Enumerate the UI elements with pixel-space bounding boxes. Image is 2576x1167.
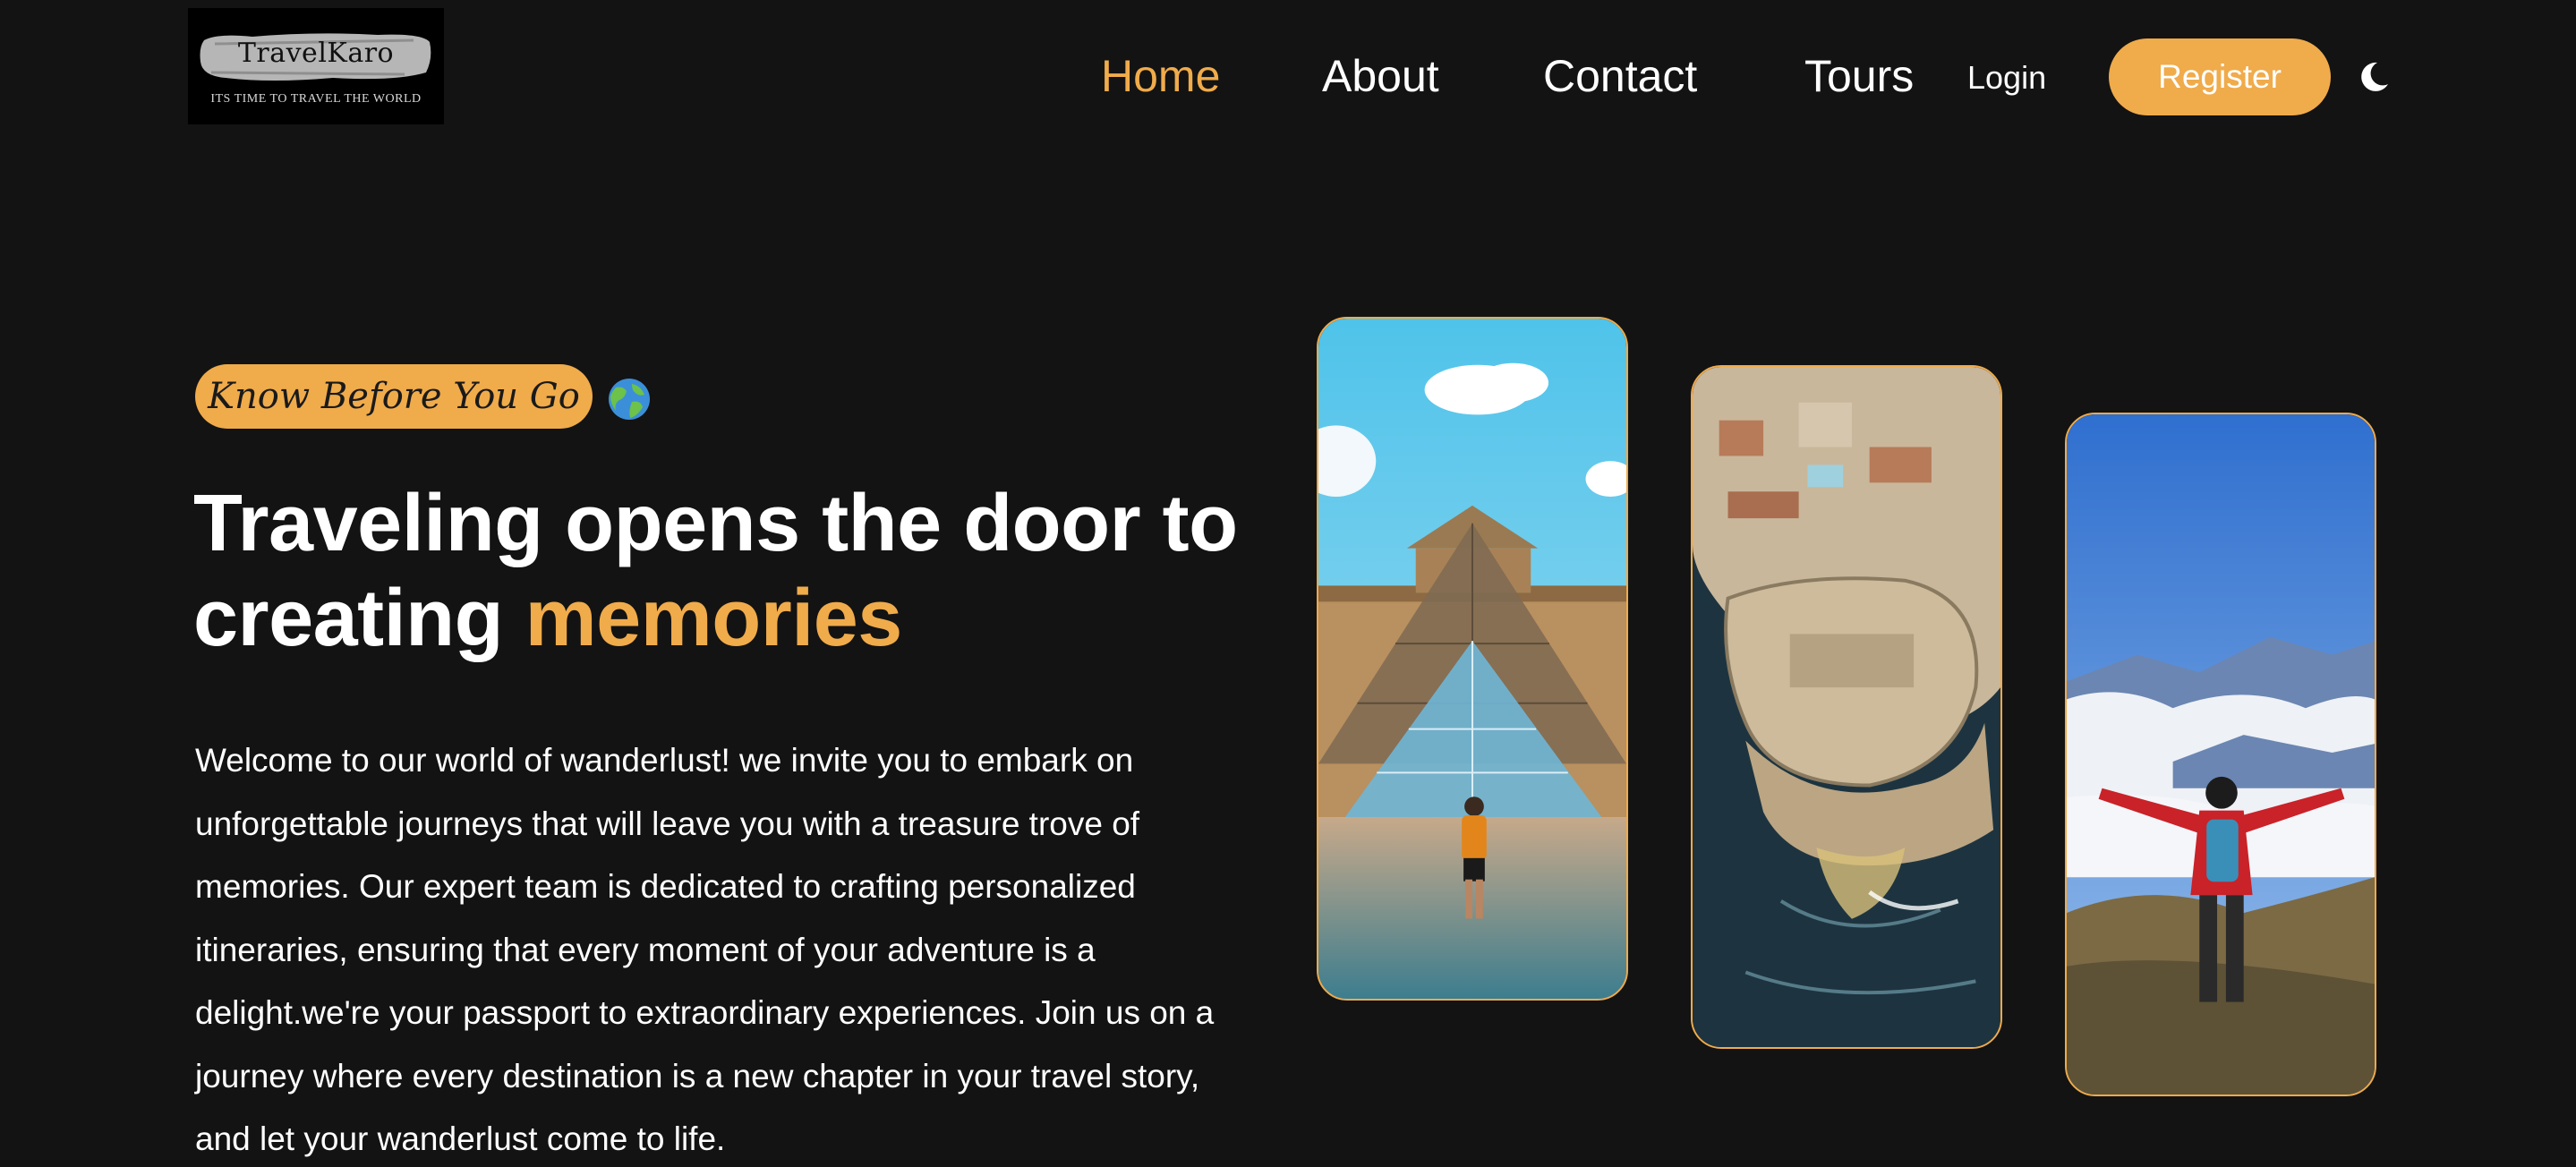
- hiker-photo: [2065, 413, 2376, 1096]
- theme-toggle-button[interactable]: [2356, 59, 2392, 95]
- headline-accent: memories: [525, 574, 903, 663]
- nav-tours[interactable]: Tours: [1804, 47, 1914, 106]
- register-button[interactable]: Register: [2109, 38, 2331, 115]
- fortress-photo: [1691, 365, 2002, 1049]
- page: TravelKaro Its time to travel the world …: [0, 0, 2576, 1167]
- hero-description: Welcome to our world of wanderlust! we i…: [195, 742, 1215, 1157]
- louvre-photo: [1317, 317, 1628, 1001]
- nav-home[interactable]: Home: [1101, 47, 1220, 106]
- login-link[interactable]: Login: [1967, 59, 2046, 97]
- logo[interactable]: TravelKaro Its time to travel the world: [188, 8, 444, 124]
- nav-about[interactable]: About: [1322, 47, 1439, 106]
- globe-icon: [609, 379, 650, 420]
- hero-headline: Traveling opens the door to creating mem…: [193, 476, 1267, 666]
- logo-tagline: Its time to travel the world: [210, 92, 422, 106]
- know-before-you-go-badge: Know Before You Go: [195, 364, 593, 429]
- nav-contact[interactable]: Contact: [1543, 47, 1697, 106]
- logo-name: TravelKaro: [237, 38, 395, 69]
- moon-icon: [2361, 62, 2388, 91]
